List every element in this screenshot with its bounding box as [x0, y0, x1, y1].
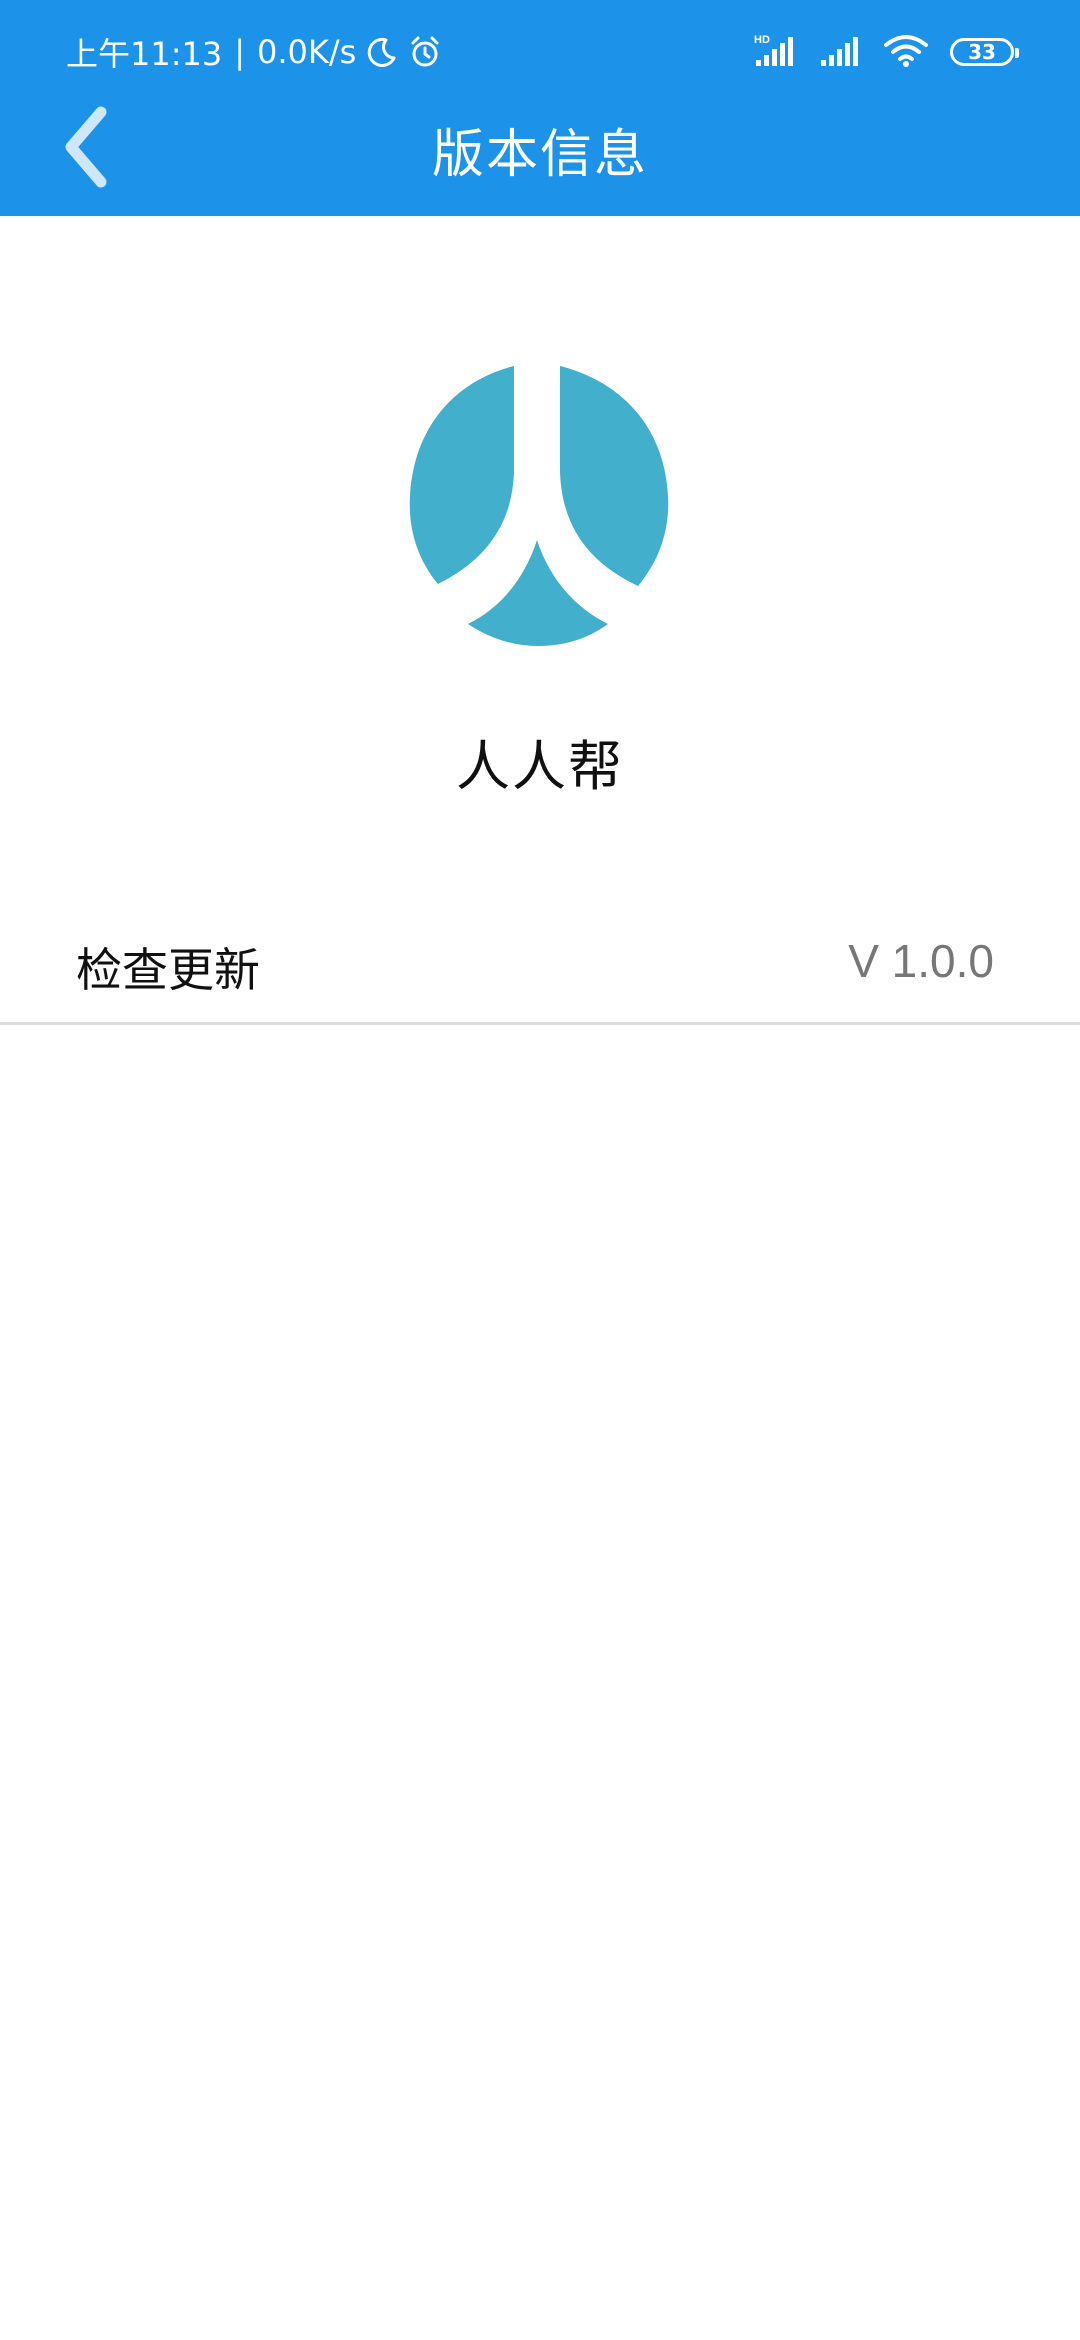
wifi-icon [884, 33, 928, 71]
check-update-row[interactable]: 检查更新 V 1.0.0 [0, 910, 1080, 1024]
moon-icon [366, 36, 398, 68]
row-divider [0, 1022, 1080, 1025]
status-left: 上午11:13 | 0.0K/s [66, 28, 442, 76]
version-info-screen: 上午11:13 | 0.0K/s HD 33 版本信息 人人帮 检查更新 V 1… [0, 0, 1080, 2340]
hd-signal-icon: HD [754, 32, 798, 72]
app-name: 人人帮 [456, 735, 624, 798]
page-title: 版本信息 [431, 125, 648, 185]
battery-tip [1015, 48, 1019, 58]
signal-icon [820, 33, 862, 71]
status-time: 上午11:13 [66, 35, 223, 73]
alarm-icon [408, 35, 442, 69]
battery-icon: 33 [950, 38, 1019, 66]
version-value: V 1.0.0 [848, 935, 994, 987]
check-update-label: 检查更新 [76, 943, 260, 997]
app-header: 上午11:13 | 0.0K/s HD 33 版本信息 [0, 0, 1080, 216]
app-logo [396, 360, 686, 650]
network-speed: 0.0K/s [257, 33, 357, 71]
network-badge: HD [754, 34, 770, 46]
status-separator: | [234, 33, 246, 71]
status-right: HD 33 [754, 28, 1019, 76]
battery-level: 33 [968, 40, 996, 64]
status-bar: 上午11:13 | 0.0K/s HD 33 [0, 0, 1080, 100]
toolbar: 版本信息 [0, 100, 1080, 216]
